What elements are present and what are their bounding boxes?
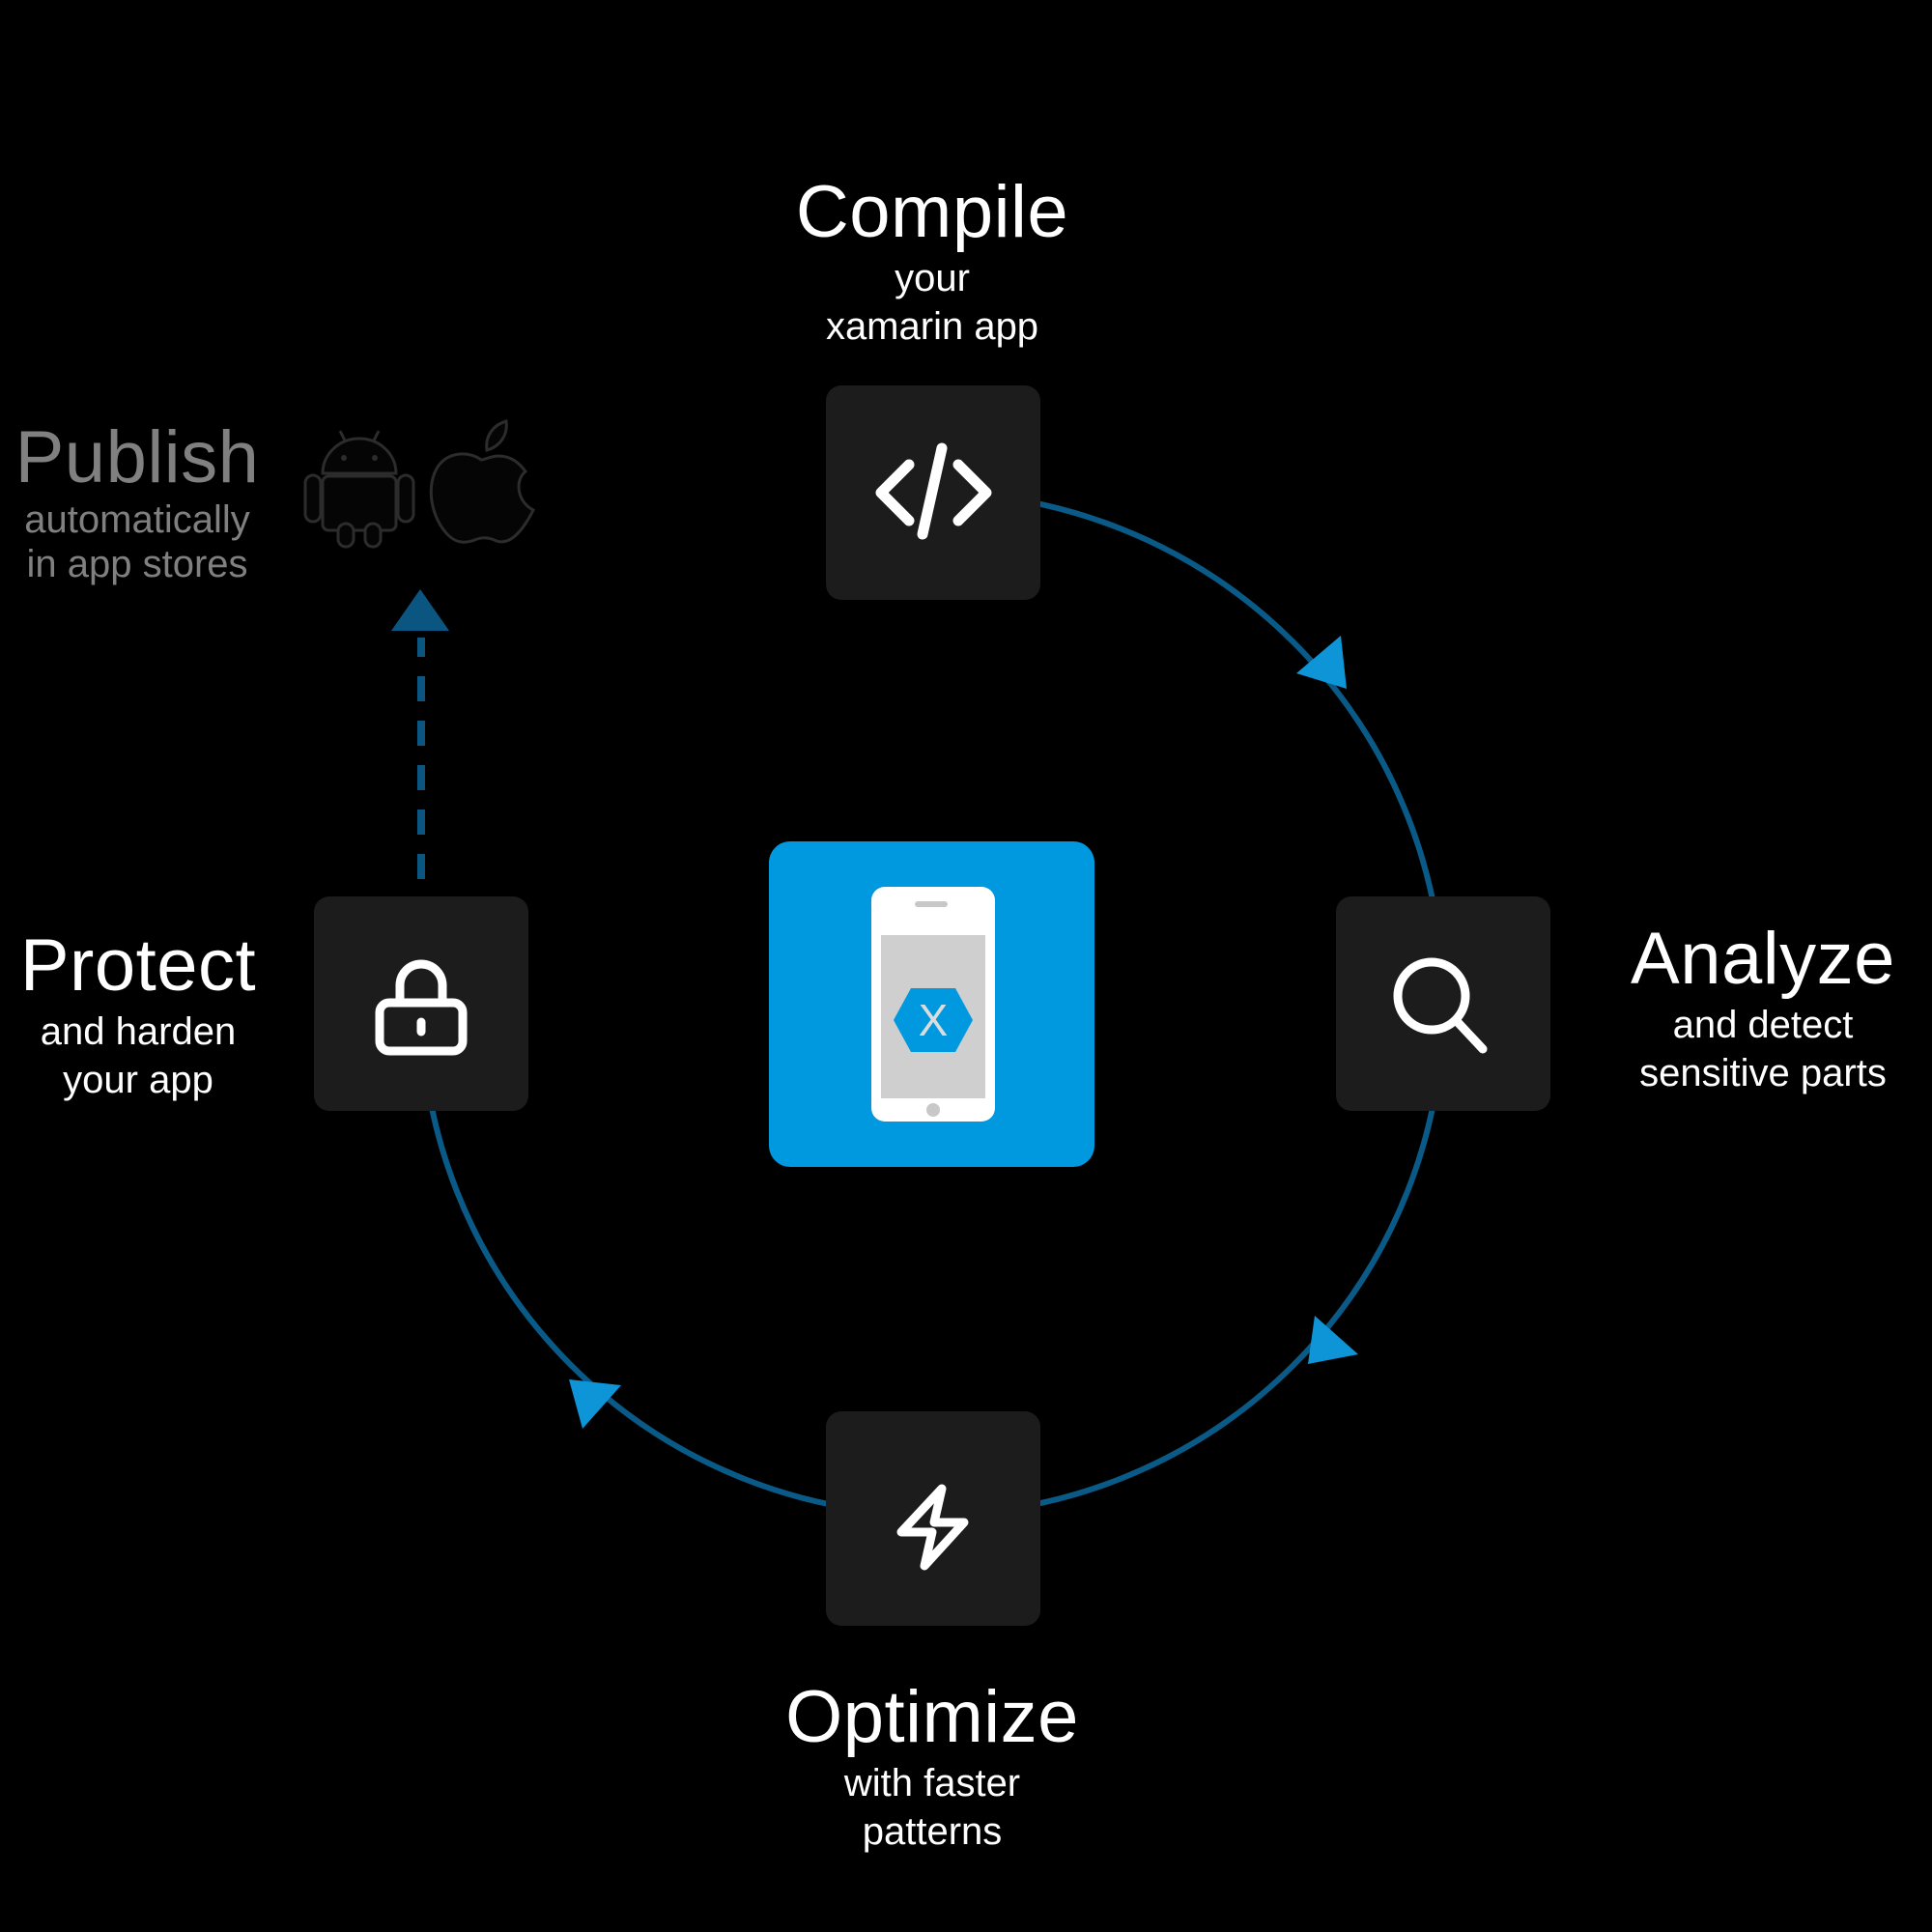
android-icon <box>303 430 415 549</box>
step-compile-label: Compile your xamarin app <box>739 171 1125 348</box>
apple-icon <box>429 419 536 544</box>
step-protect-title: Protect <box>19 924 257 1007</box>
arrow-protect-to-publish <box>391 589 449 631</box>
xamarin-phone-icon: X <box>871 887 995 1122</box>
step-protect-label: Protect and harden your app <box>0 924 276 1101</box>
step-analyze-subtitle-1: and detect <box>1672 1004 1854 1046</box>
center-xamarin-app: X <box>769 841 1094 1167</box>
step-compile-title: Compile <box>795 171 1069 253</box>
step-optimize-title: Optimize <box>785 1676 1079 1758</box>
step-optimize-subtitle-2: patterns <box>862 1810 1003 1853</box>
step-optimize-label: Optimize with faster patterns <box>739 1676 1125 1853</box>
step-optimize-node <box>826 1411 1040 1626</box>
xamarin-logo-letter: X <box>919 995 949 1045</box>
step-compile-subtitle-2: xamarin app <box>825 305 1039 348</box>
lightning-icon <box>896 1484 969 1571</box>
arrow-compile-to-analyze <box>1296 636 1347 689</box>
step-protect-subtitle-1: and harden <box>40 1010 237 1053</box>
step-protect-subtitle-2: your app <box>63 1059 213 1101</box>
phone-home-button <box>926 1103 940 1117</box>
step-compile-subtitle-1: your <box>895 257 970 299</box>
search-icon <box>1393 957 1488 1054</box>
code-icon <box>875 442 992 540</box>
step-protect-node <box>314 896 528 1111</box>
step-analyze-title: Analyze <box>1631 918 1895 1000</box>
phone-speaker <box>915 901 948 907</box>
step-publish-subtitle-1: automatically <box>24 498 250 541</box>
step-optimize-subtitle-1: with faster <box>843 1762 1021 1804</box>
step-analyze-subtitle-2: sensitive parts <box>1639 1052 1887 1094</box>
step-analyze-node <box>1336 896 1550 1111</box>
step-publish-subtitle-2: in app stores <box>26 543 248 585</box>
step-analyze-label: Analyze and detect sensitive parts <box>1604 918 1922 1094</box>
step-compile-node <box>826 385 1040 600</box>
step-publish-label: Publish automatically in app stores <box>0 416 274 585</box>
step-publish-title: Publish <box>14 416 260 498</box>
lock-icon <box>375 959 468 1056</box>
